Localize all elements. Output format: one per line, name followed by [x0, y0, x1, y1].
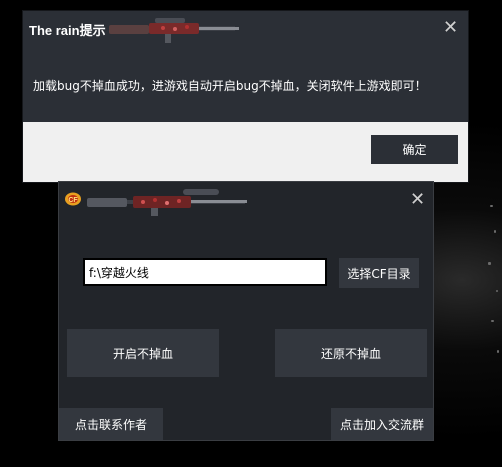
restore-button[interactable]: 还原不掉血 [275, 329, 427, 377]
join-group-button[interactable]: 点击加入交流群 [331, 408, 433, 440]
backdrop-speck [497, 350, 499, 353]
close-icon[interactable]: ✕ [443, 19, 458, 37]
dialog-footer: 确定 [23, 122, 468, 182]
ok-button[interactable]: 确定 [371, 135, 458, 164]
backdrop-speck [490, 205, 493, 207]
dialog-titlebar[interactable]: The rain提示 ✕ [23, 11, 468, 45]
close-icon[interactable]: ✕ [410, 191, 425, 209]
backdrop-speck [488, 262, 491, 265]
select-cf-dir-button[interactable]: 选择CF目录 [339, 258, 419, 288]
backdrop-speck [491, 320, 494, 322]
window-titlebar[interactable]: CF ✕ [59, 182, 433, 216]
crossfire-logo-icon: CF [65, 192, 81, 206]
cf-path-input[interactable] [83, 258, 327, 286]
svg-text:CF: CF [68, 197, 78, 204]
tool-window: CF ✕ 选择CF目录 开启不掉血 还原不掉血 点击联系作者 点击加入交流群 [59, 182, 433, 440]
backdrop-speck [496, 290, 498, 292]
sniper-rifle-icon [109, 18, 239, 43]
contact-author-button[interactable]: 点击联系作者 [59, 408, 163, 440]
dialog-title: The rain提示 [29, 23, 106, 38]
backdrop-speck [494, 230, 496, 233]
dialog-message: 加载bug不掉血成功，进游戏自动开启bug不掉血，关闭软件上游戏即可！ [33, 79, 427, 93]
enable-no-damage-button[interactable]: 开启不掉血 [67, 329, 219, 377]
sniper-rifle-icon [87, 189, 247, 216]
message-dialog: The rain提示 ✕ 加载bug不掉血成功，进游戏自动开启bug不掉血，关闭… [23, 11, 468, 182]
